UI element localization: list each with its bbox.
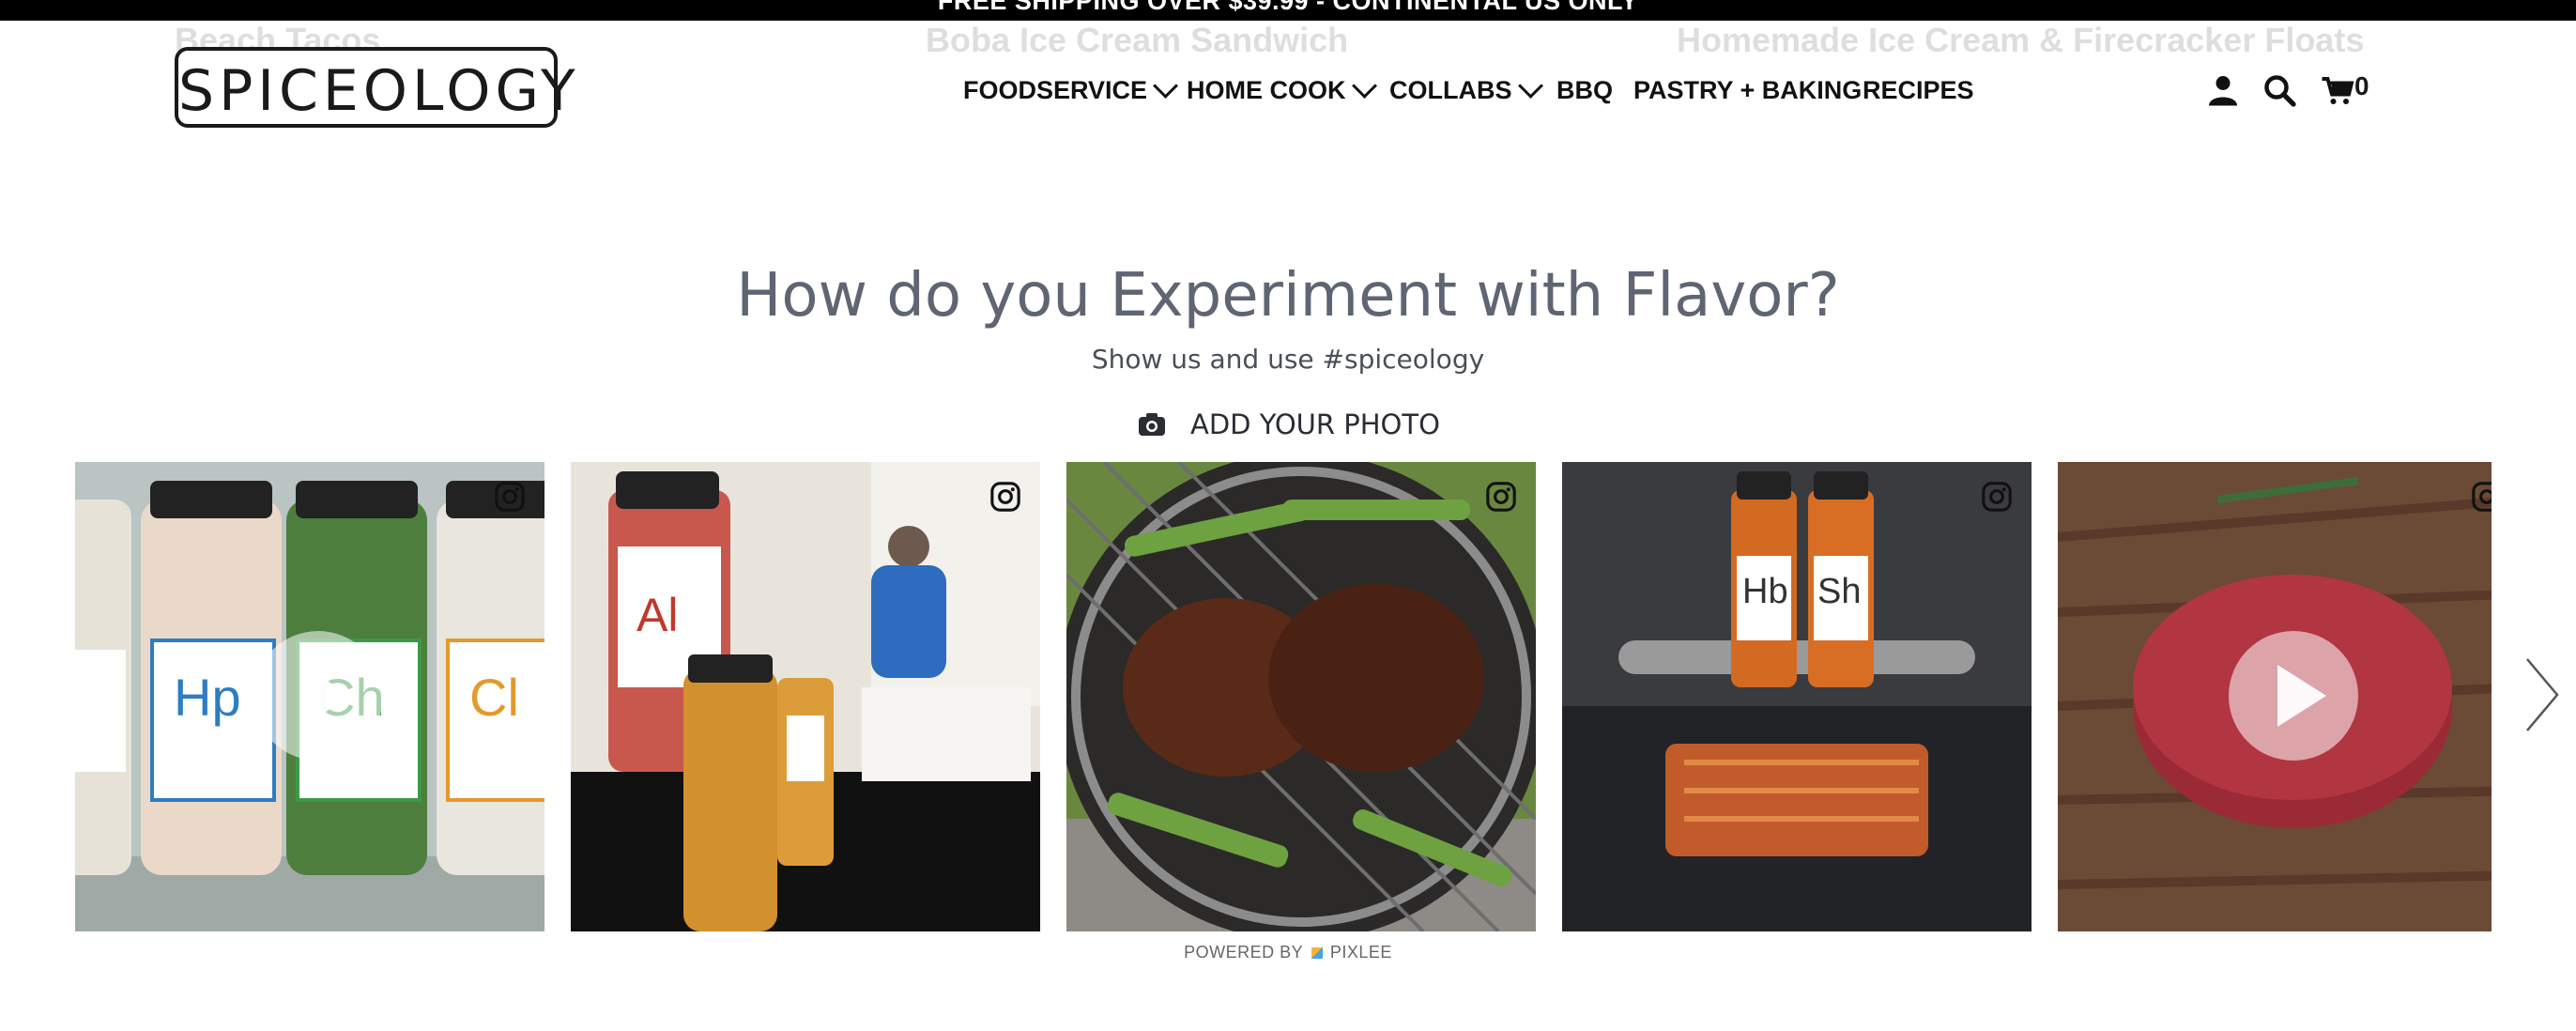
ugc-tile-traeger-ribs[interactable]: Hb Sh (1562, 462, 2032, 931)
grill-image (1066, 462, 1536, 931)
site-logo[interactable]: SPICEOLOGY (175, 47, 580, 128)
nav-item-home-cook[interactable]: HOME COOK (1187, 71, 1377, 109)
nav-item-foodservice[interactable]: FOODSERVICE (963, 71, 1178, 109)
chevron-down-icon (1153, 72, 1178, 99)
nav-item-recipes[interactable]: RECIPES (1863, 71, 1974, 109)
announcement-text: FREE SHIPPING OVER $39.99 - CONTINENTAL … (937, 0, 1639, 15)
powered-brand: PIXLEE (1329, 943, 1392, 962)
traeger-image: Hb Sh (1562, 462, 2032, 931)
add-photo-label: ADD YOUR PHOTO (1190, 408, 1440, 440)
account-icon[interactable] (2206, 73, 2240, 107)
nav-item-bbq[interactable]: BBQ (1556, 71, 1613, 109)
search-icon[interactable] (2262, 73, 2296, 107)
pixlee-icon (1311, 947, 1324, 959)
nav-item-collabs[interactable]: COLLABS (1389, 71, 1543, 109)
nav-label: COLLABS (1389, 75, 1512, 104)
powered-by-text: POWERED BY (1184, 943, 1303, 962)
nav-label: HOME COOK (1187, 75, 1346, 104)
nav-label: RECIPES (1863, 75, 1974, 104)
instagram-icon (990, 482, 1020, 512)
ghost-title-2: Boba Ice Cream Sandwich (926, 21, 1349, 59)
nav-label: FOODSERVICE (963, 75, 1148, 104)
svg-text:Sh: Sh (1817, 572, 1861, 611)
logo-text: SPICEOLOGY (178, 58, 580, 124)
carousel-next-icon[interactable] (2525, 657, 2559, 732)
ugc-tile-grilled-steak[interactable] (1066, 462, 1536, 931)
play-button[interactable] (253, 631, 383, 761)
nav-label: PASTRY + BAKING (1633, 75, 1863, 104)
cart-icon[interactable] (2321, 73, 2354, 107)
chevron-down-icon (1351, 72, 1377, 99)
svg-text:Hp: Hp (174, 668, 241, 727)
announcement-bar: FREE SHIPPING OVER $39.99 - CONTINENTAL … (0, 0, 2576, 21)
ghost-title-3: Homemade Ice Cream & Firecracker Floats (1677, 21, 2365, 59)
play-button[interactable] (2229, 631, 2358, 761)
add-photo-button[interactable]: ADD YOUR PHOTO (1138, 404, 1440, 445)
instagram-icon (495, 482, 525, 512)
chevron-down-icon (1517, 72, 1543, 99)
instagram-icon (1982, 482, 2012, 512)
ugc-subheading: Show us and use #spiceology (1091, 344, 1485, 375)
ugc-heading: How do you Experiment with Flavor? (736, 261, 1840, 331)
cart-count[interactable]: 0 (2354, 71, 2369, 101)
instagram-icon (2472, 482, 2492, 512)
powered-by[interactable]: POWERED BY PIXLEE (0, 943, 2576, 962)
spice-display-image: Al (571, 462, 1040, 931)
nav-item-pastry-baking[interactable]: PASTRY + BAKING (1633, 71, 1862, 109)
ugc-tile-spice-jars[interactable]: Hp Ch Cl (75, 462, 544, 931)
camera-icon (1139, 413, 1165, 436)
instagram-icon (1486, 482, 1516, 512)
svg-text:Cl: Cl (469, 668, 519, 727)
ugc-tile-raw-steak[interactable] (2058, 462, 2492, 931)
svg-text:Al: Al (636, 589, 678, 641)
svg-text:Hb: Hb (1742, 572, 1788, 611)
nav-label: BBQ (1556, 75, 1613, 104)
ugc-tile-aleppo-display[interactable]: Al (571, 462, 1040, 931)
